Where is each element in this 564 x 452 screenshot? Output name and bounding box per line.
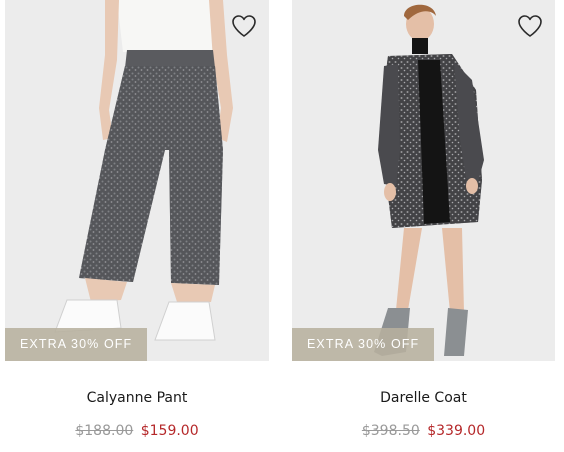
- original-price: $398.50: [361, 423, 420, 439]
- product-photo-coat: [292, 0, 555, 361]
- wishlist-heart-icon[interactable]: [231, 14, 257, 38]
- sale-price: $159.00: [140, 423, 199, 439]
- product-price: $398.50 $339.00: [292, 423, 555, 439]
- original-price: $188.00: [75, 423, 134, 439]
- product-name[interactable]: Darelle Coat: [292, 390, 555, 406]
- product-photo-pants: [5, 0, 269, 361]
- wishlist-heart-icon[interactable]: [517, 14, 543, 38]
- product-price: $188.00 $159.00: [5, 423, 269, 439]
- product-image[interactable]: EXTRA 30% OFF: [5, 0, 269, 361]
- sale-price: $339.00: [427, 423, 486, 439]
- product-grid: EXTRA 30% OFF Calyanne Pant $188.00 $159…: [0, 0, 564, 452]
- product-image[interactable]: EXTRA 30% OFF: [292, 0, 555, 361]
- product-card[interactable]: EXTRA 30% OFF Darelle Coat $398.50 $339.…: [292, 0, 555, 439]
- product-name[interactable]: Calyanne Pant: [5, 390, 269, 406]
- discount-badge: EXTRA 30% OFF: [5, 328, 148, 361]
- product-card[interactable]: EXTRA 30% OFF Calyanne Pant $188.00 $159…: [5, 0, 269, 439]
- discount-badge: EXTRA 30% OFF: [292, 328, 435, 361]
